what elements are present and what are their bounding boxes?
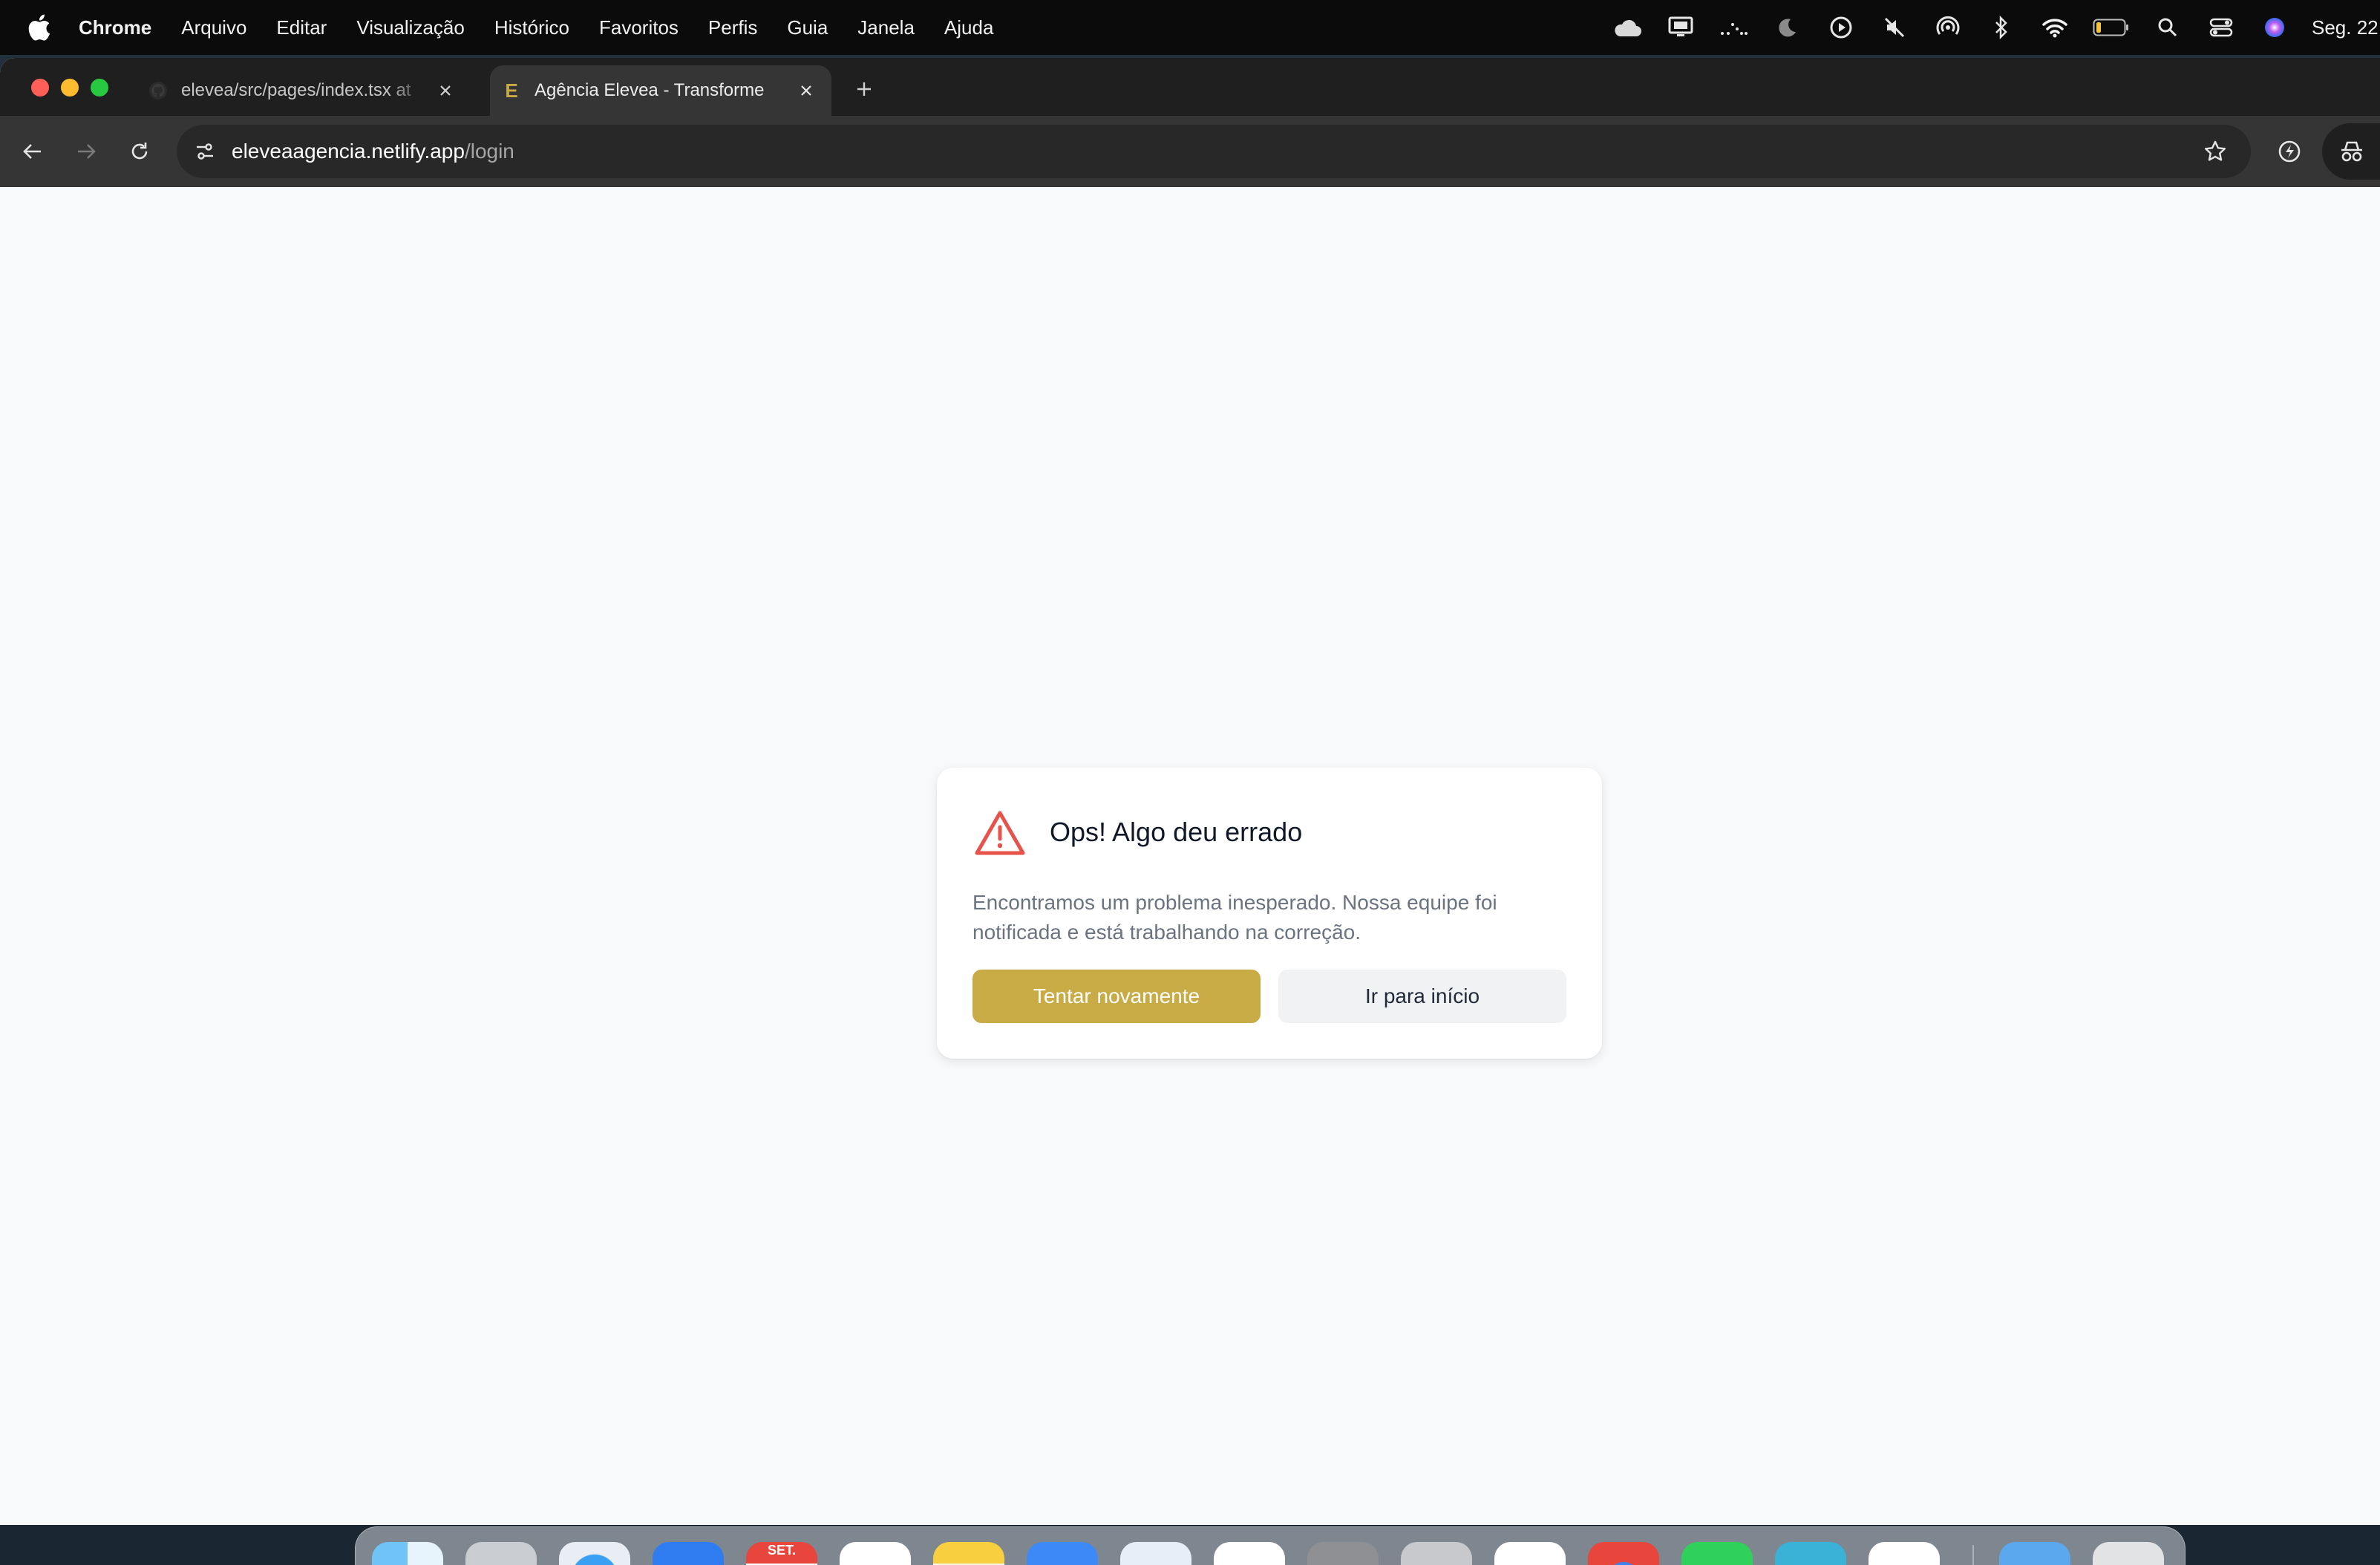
back-button[interactable] bbox=[13, 132, 52, 171]
warning-icon bbox=[974, 809, 1026, 857]
close-tab-icon[interactable] bbox=[432, 77, 459, 104]
safari-icon[interactable] bbox=[559, 1542, 630, 1565]
mute-icon[interactable] bbox=[1878, 11, 1911, 44]
menu-editar[interactable]: Editar bbox=[276, 16, 327, 39]
url-text[interactable]: eleveaagencia.netlify.app/login bbox=[232, 140, 514, 163]
error-message: Encontramos um problema inesperado. Noss… bbox=[972, 891, 1497, 944]
new-tab-button[interactable] bbox=[851, 76, 877, 102]
reload-button[interactable] bbox=[120, 132, 159, 171]
menu-guia[interactable]: Guia bbox=[787, 16, 828, 39]
dock-separator bbox=[1972, 1545, 1974, 1565]
mail-icon[interactable] bbox=[653, 1542, 724, 1565]
forward-button[interactable] bbox=[67, 132, 105, 171]
address-bar[interactable]: eleveaagencia.netlify.app/login bbox=[177, 125, 2251, 178]
notes-icon[interactable] bbox=[933, 1542, 1004, 1565]
whatsapp-icon[interactable] bbox=[1681, 1542, 1753, 1565]
menu-ajuda[interactable]: Ajuda bbox=[944, 16, 994, 39]
dock: SET. bbox=[355, 1526, 2186, 1565]
cloud-icon[interactable] bbox=[1611, 11, 1644, 44]
extension-icon[interactable] bbox=[2272, 134, 2307, 169]
wifi-icon[interactable] bbox=[2039, 11, 2071, 44]
siri-icon[interactable] bbox=[2258, 11, 2291, 44]
elevea-favicon: E bbox=[505, 79, 518, 102]
battery-icon[interactable] bbox=[2092, 11, 2131, 44]
numbers-icon[interactable] bbox=[1214, 1542, 1285, 1565]
trash-icon[interactable] bbox=[2093, 1542, 2164, 1565]
url-host: eleveaagencia.netlify.app bbox=[232, 140, 465, 163]
mail-2-icon[interactable] bbox=[1775, 1542, 1846, 1565]
search-icon[interactable] bbox=[2151, 11, 2184, 44]
moon-icon[interactable] bbox=[1771, 11, 1804, 44]
close-window-button[interactable] bbox=[31, 79, 49, 97]
menu-favoritos[interactable]: Favoritos bbox=[599, 16, 679, 39]
app-store-icon[interactable] bbox=[1027, 1542, 1098, 1565]
error-card: Ops! Algo deu errado Encontramos um prob… bbox=[937, 768, 1602, 1059]
capcut-icon[interactable] bbox=[1494, 1542, 1566, 1565]
display-icon[interactable] bbox=[1664, 11, 1697, 44]
browser-toolbar: eleveaagencia.netlify.app/login bbox=[0, 116, 2380, 187]
close-tab-icon[interactable] bbox=[793, 77, 820, 104]
tab-elevea-title: Agência Elevea - Transforme bbox=[534, 80, 765, 100]
system-settings-icon[interactable] bbox=[1307, 1542, 1379, 1565]
url-path: /login bbox=[464, 140, 514, 163]
incognito-profile-button[interactable] bbox=[2322, 123, 2380, 180]
bluetooth-icon[interactable] bbox=[1985, 11, 2018, 44]
airdrop-icon[interactable] bbox=[1932, 11, 1964, 44]
menu-perfis[interactable]: Perfis bbox=[708, 16, 757, 39]
calendar-icon[interactable]: SET. bbox=[746, 1542, 817, 1565]
activity-icon[interactable] bbox=[1718, 11, 1750, 44]
menu-clock[interactable]: Seg. 22 bbox=[2312, 16, 2380, 39]
browser-window: elevea/src/pages/index.tsx at E Agência … bbox=[0, 58, 2380, 1525]
tab-github[interactable]: elevea/src/pages/index.tsx at bbox=[146, 65, 487, 116]
page-viewport: Ops! Algo deu errado Encontramos um prob… bbox=[0, 187, 2380, 1525]
minimize-window-button[interactable] bbox=[61, 79, 79, 97]
menu-visualizacao[interactable]: Visualização bbox=[356, 16, 465, 39]
launchpad-icon[interactable] bbox=[465, 1542, 537, 1565]
tab-elevea[interactable]: E Agência Elevea - Transforme bbox=[490, 65, 831, 116]
site-info-icon[interactable] bbox=[189, 135, 221, 168]
menu-bar: Chrome Arquivo Editar Visualização Histó… bbox=[0, 0, 2380, 55]
menu-app-name[interactable]: Chrome bbox=[79, 16, 151, 39]
downloads-folder-icon[interactable] bbox=[1999, 1542, 2070, 1565]
go-home-button[interactable]: Ir para início bbox=[1278, 970, 1566, 1023]
bookmark-star-icon[interactable] bbox=[2200, 137, 2230, 166]
play-icon[interactable] bbox=[1825, 11, 1857, 44]
apple-menu-icon[interactable] bbox=[27, 10, 56, 45]
desktop: Chrome Arquivo Editar Visualização Histó… bbox=[0, 0, 2380, 1565]
zoom-window-button[interactable] bbox=[91, 79, 108, 97]
menu-arquivo[interactable]: Arquivo bbox=[181, 16, 246, 39]
error-title: Ops! Algo deu errado bbox=[1050, 817, 1303, 847]
tab-github-title: elevea/src/pages/index.tsx at bbox=[181, 80, 411, 100]
calendar-month-label: SET. bbox=[767, 1543, 796, 1558]
menu-historico[interactable]: Histórico bbox=[494, 16, 569, 39]
iphone-mirroring-icon[interactable] bbox=[1401, 1542, 1472, 1565]
retry-button[interactable]: Tentar novamente bbox=[972, 970, 1261, 1023]
preview-icon[interactable] bbox=[1120, 1542, 1191, 1565]
finder-icon[interactable] bbox=[372, 1542, 443, 1565]
reminders-icon[interactable] bbox=[840, 1542, 911, 1565]
github-icon bbox=[148, 81, 168, 100]
tab-strip: elevea/src/pages/index.tsx at E Agência … bbox=[0, 58, 2380, 116]
status-area: Seg. 22 bbox=[1611, 0, 2380, 55]
control-center-icon[interactable] bbox=[2205, 11, 2237, 44]
chrome-icon[interactable] bbox=[1588, 1542, 1659, 1565]
outlook-icon[interactable] bbox=[1869, 1542, 1940, 1565]
menu-janela[interactable]: Janela bbox=[857, 16, 915, 39]
